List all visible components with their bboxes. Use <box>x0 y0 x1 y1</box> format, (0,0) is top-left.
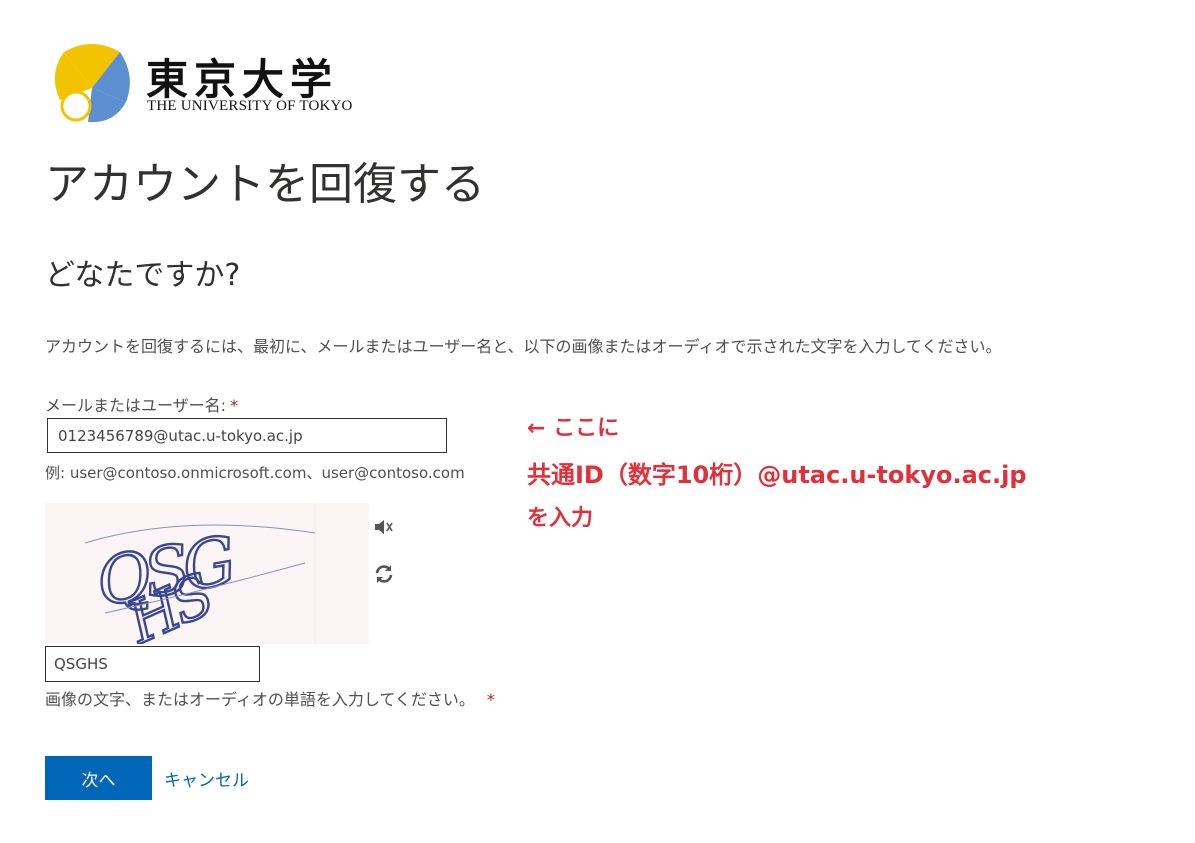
captcha-help-text: 画像の文字、またはオーディオの単語を入力してください。 <box>45 690 475 709</box>
speaker-icon[interactable] <box>372 515 398 541</box>
page-title: アカウントを回復する <box>45 159 485 210</box>
page-description: アカウントを回復するには、最初に、メールまたはユーザー名と、以下の画像またはオー… <box>45 337 1002 356</box>
refresh-icon[interactable] <box>372 562 398 588</box>
email-label-text: メールまたはユーザー名: <box>45 396 227 415</box>
email-example-text: 例: user@contoso.onmicrosoft.com、user@con… <box>45 464 465 482</box>
required-marker: * <box>486 690 495 709</box>
captcha-distorted-text: QSG HS <box>45 503 369 644</box>
university-logo: 東京大学 THE UNIVERSITY OF TOKYO <box>52 42 362 126</box>
ginkgo-logo-icon <box>54 44 130 123</box>
email-field-label: メールまたはユーザー名: * <box>45 392 238 416</box>
page-subtitle: どなたですか? <box>45 258 241 293</box>
captcha-help: 画像の文字、またはオーディオの単語を入力してください。 * <box>45 686 495 710</box>
required-marker: * <box>230 396 239 415</box>
captcha-image: QSG HS <box>45 503 369 644</box>
email-input[interactable] <box>47 418 447 453</box>
cancel-link[interactable]: キャンセル <box>164 766 249 791</box>
university-name-en: THE UNIVERSITY OF TOKYO <box>147 98 353 114</box>
next-button[interactable]: 次へ <box>45 756 152 800</box>
captcha-input[interactable] <box>45 646 260 682</box>
annotation-instruction: を入力 <box>527 506 594 531</box>
annotation-id-format: 共通ID（数字10桁）@utac.u-tokyo.ac.jp <box>527 461 1027 489</box>
annotation-arrow-text: ← ここに <box>527 416 620 441</box>
